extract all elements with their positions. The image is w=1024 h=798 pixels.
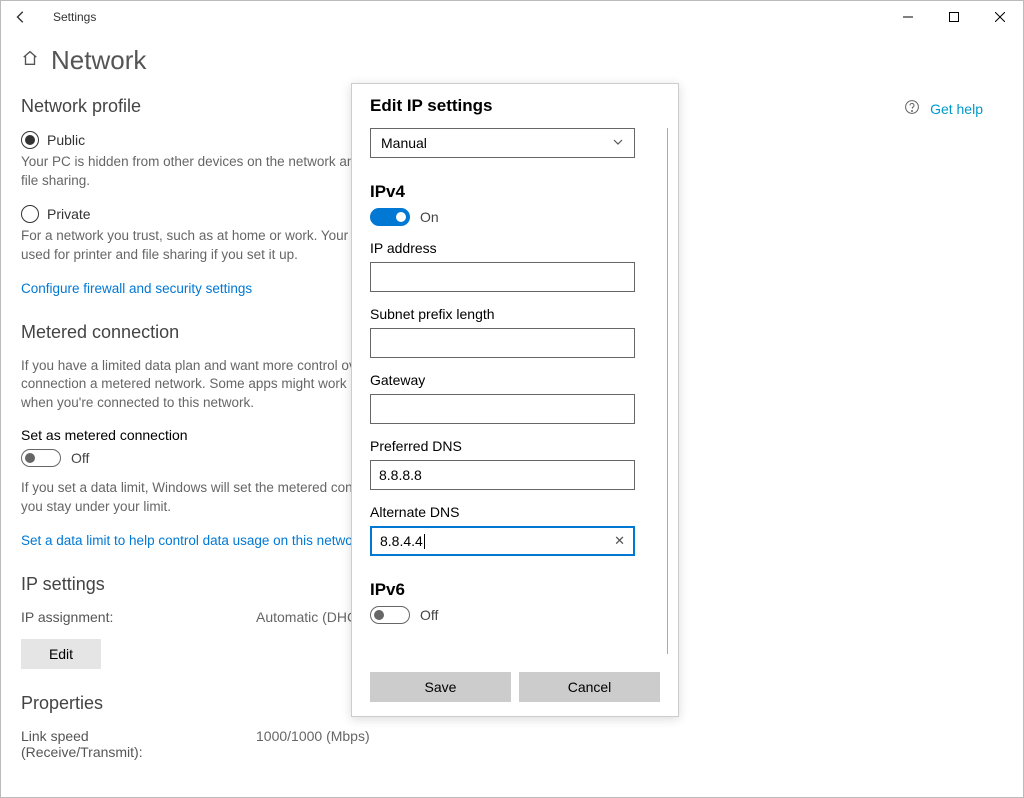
ipv6-toggle-state: Off	[420, 607, 438, 623]
maximize-button[interactable]	[931, 1, 977, 33]
get-help-link[interactable]: Get help	[904, 99, 983, 118]
link-speed-label: Link speed (Receive/Transmit):	[21, 728, 196, 760]
link-speed-value: 1000/1000 (Mbps)	[256, 728, 370, 760]
help-icon	[904, 99, 920, 118]
metered-toggle-state: Off	[71, 450, 89, 466]
profile-public-label: Public	[47, 132, 85, 148]
radio-selected-icon	[21, 131, 39, 149]
dialog-title: Edit IP settings	[370, 96, 662, 116]
firewall-link[interactable]: Configure firewall and security settings	[21, 281, 252, 296]
data-limit-link[interactable]: Set a data limit to help control data us…	[21, 533, 364, 548]
preferred-dns-label: Preferred DNS	[370, 438, 662, 454]
close-button[interactable]	[977, 1, 1023, 33]
ipv4-toggle-state: On	[420, 209, 439, 225]
dialog-scrollbar[interactable]	[667, 128, 668, 654]
ipv6-heading: IPv6	[370, 580, 662, 600]
ip-assignment-label: IP assignment:	[21, 609, 196, 625]
page-title: Network	[51, 45, 146, 76]
minimize-button[interactable]	[885, 1, 931, 33]
ip-address-label: IP address	[370, 240, 662, 256]
save-button[interactable]: Save	[370, 672, 511, 702]
metered-toggle[interactable]	[21, 449, 61, 467]
ipv4-heading: IPv4	[370, 182, 662, 202]
ip-address-input[interactable]	[370, 262, 635, 292]
preferred-dns-input[interactable]: 8.8.8.8	[370, 460, 635, 490]
ipv4-toggle[interactable]	[370, 208, 410, 226]
ip-mode-select[interactable]: Manual	[370, 128, 635, 158]
subnet-input[interactable]	[370, 328, 635, 358]
alternate-dns-input[interactable]: 8.8.4.4 ✕	[370, 526, 635, 556]
chevron-down-icon	[612, 135, 624, 151]
clear-input-icon[interactable]: ✕	[614, 533, 625, 549]
alternate-dns-label: Alternate DNS	[370, 504, 662, 520]
gateway-label: Gateway	[370, 372, 662, 388]
get-help-label: Get help	[930, 101, 983, 117]
ip-mode-value: Manual	[381, 135, 427, 151]
edit-ip-button[interactable]: Edit	[21, 639, 101, 669]
cancel-button[interactable]: Cancel	[519, 672, 660, 702]
window-title: Settings	[53, 10, 96, 24]
ipv6-toggle[interactable]	[370, 606, 410, 624]
profile-private-label: Private	[47, 206, 91, 222]
home-icon	[21, 49, 39, 72]
gateway-input[interactable]	[370, 394, 635, 424]
back-button[interactable]	[7, 3, 35, 31]
radio-unselected-icon	[21, 205, 39, 223]
edit-ip-dialog: Edit IP settings Manual IPv4 On IP addre…	[351, 83, 679, 717]
subnet-label: Subnet prefix length	[370, 306, 662, 322]
page-scrollbar[interactable]	[1017, 81, 1021, 787]
